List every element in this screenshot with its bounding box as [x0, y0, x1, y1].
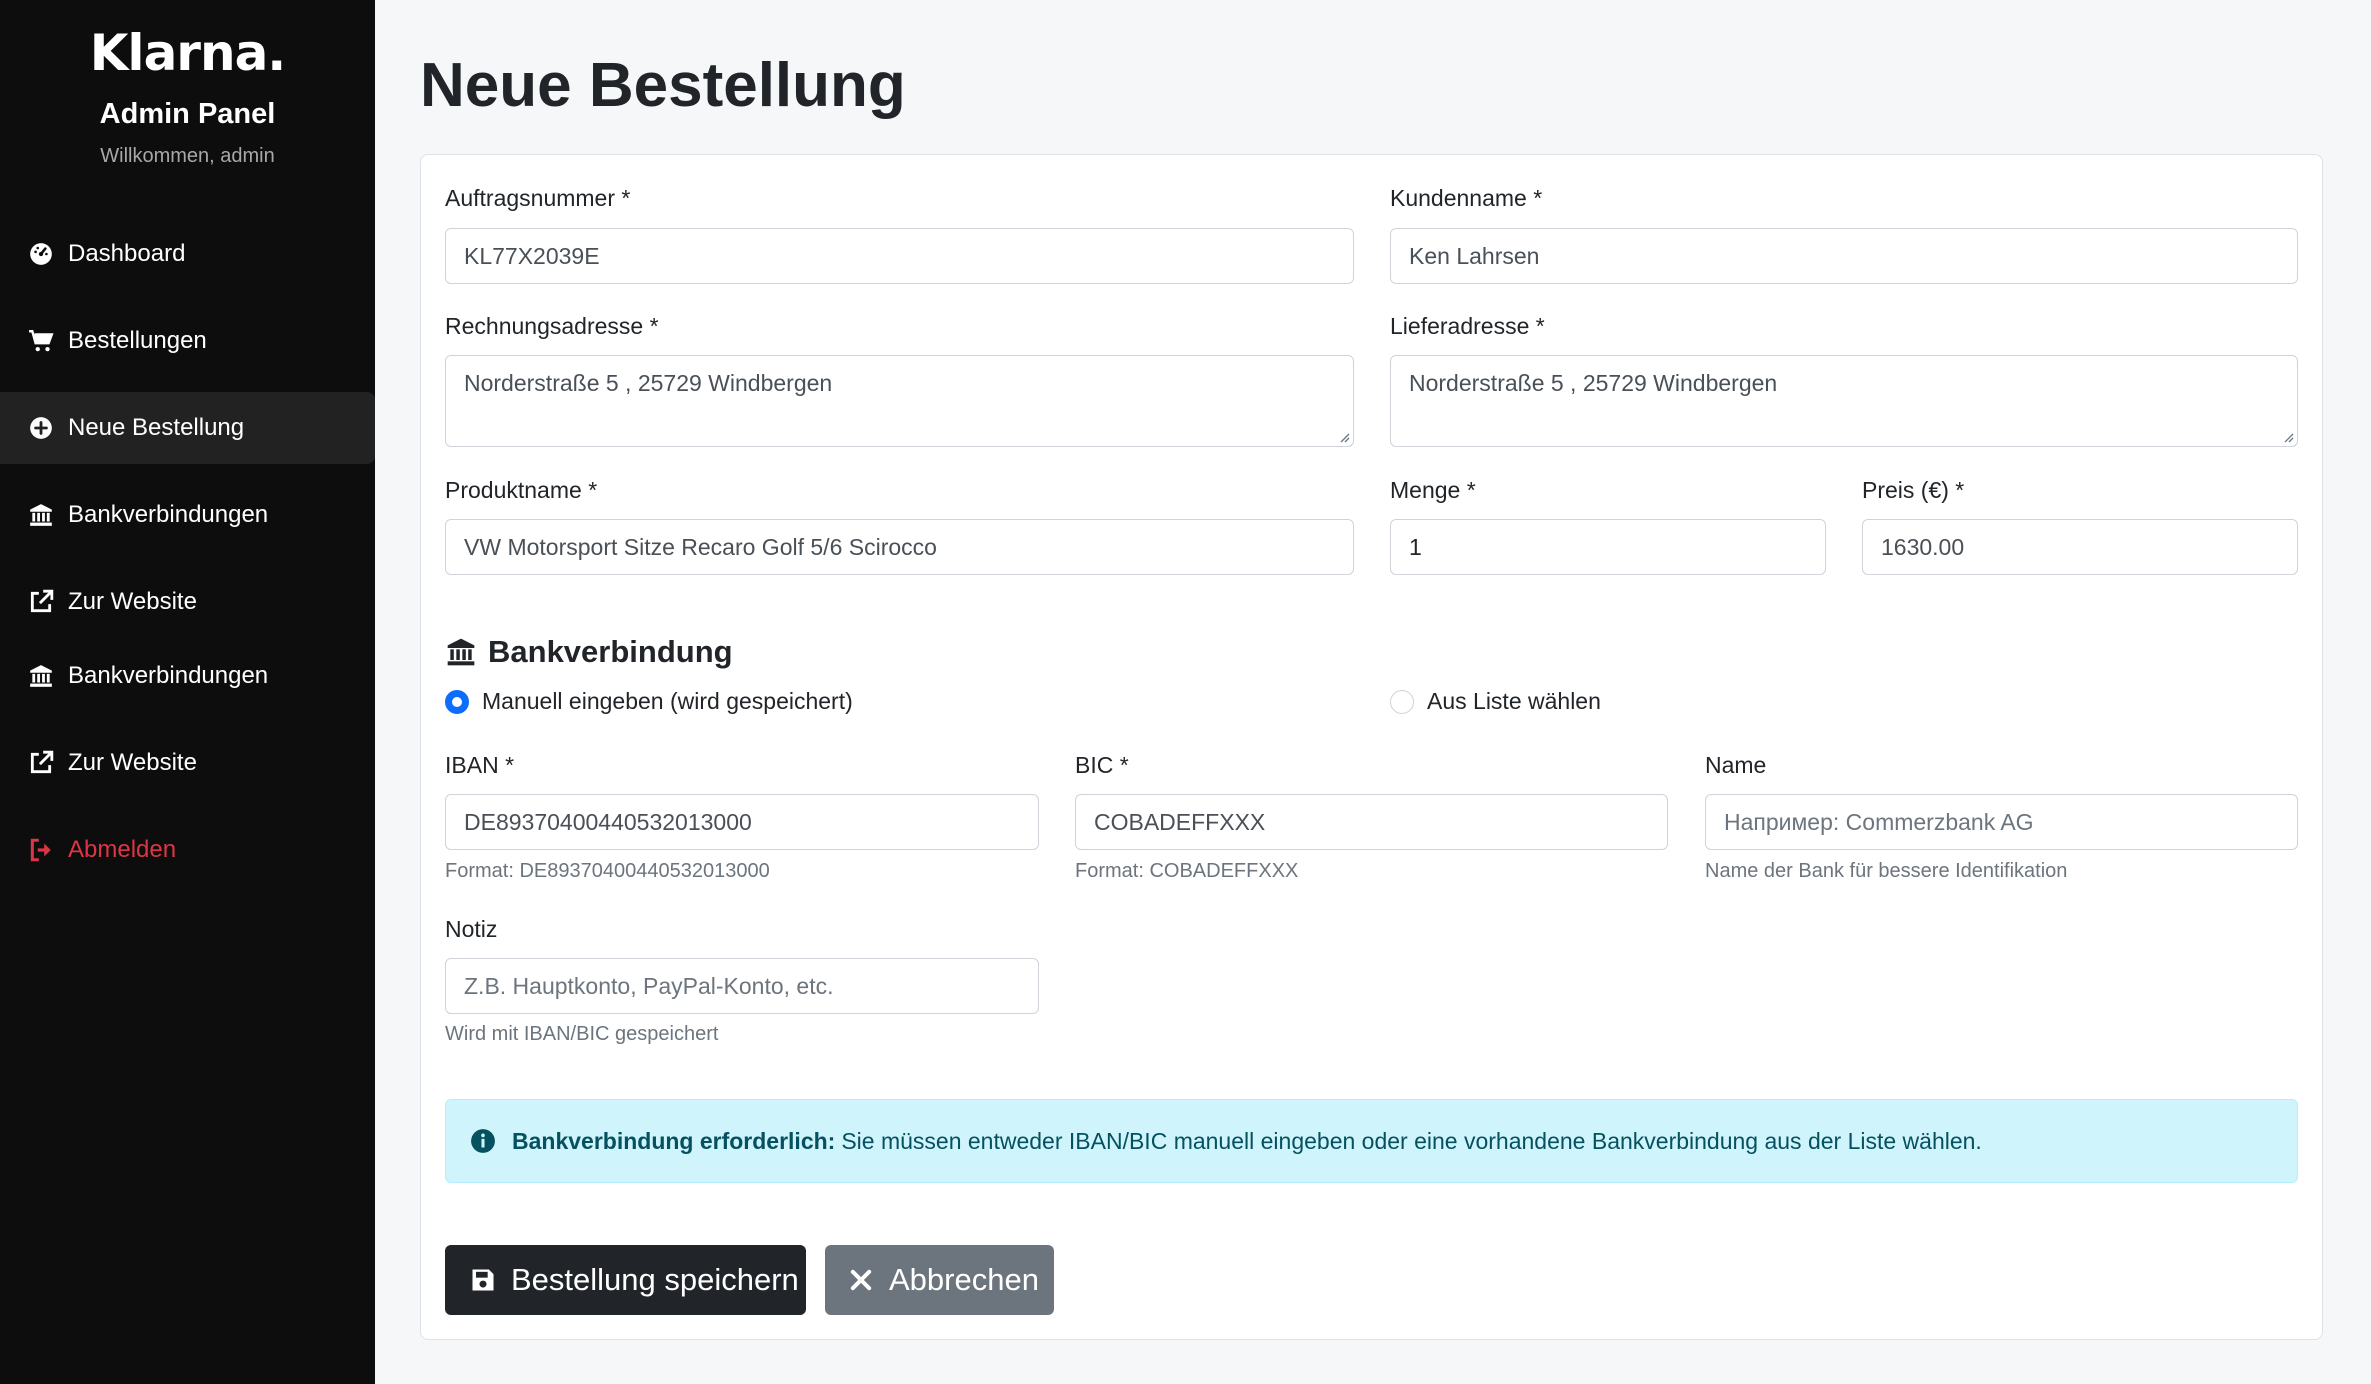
resize-handle-icon[interactable] [2282, 431, 2294, 443]
bank-icon [28, 502, 54, 528]
bank-name-label: Name [1705, 752, 1767, 778]
logout-icon [28, 837, 54, 863]
save-icon [472, 1269, 494, 1291]
radio-choose-from-list[interactable]: Aus Liste wählen [1390, 688, 1601, 715]
sidebar: Klarna. Admin Panel Willkommen, admin Da… [0, 0, 375, 1384]
quantity-label: Menge * [1390, 477, 1476, 503]
external-link-icon [28, 750, 54, 776]
alert-strong-text: Bankverbindung erforderlich: [512, 1127, 836, 1154]
welcome-text: Willkommen, admin [100, 145, 275, 167]
plus-circle-icon [28, 415, 54, 441]
billing-address-value: Norderstraße 5 , 25729 Windbergen [464, 370, 833, 396]
page-title: Neue Bestellung [420, 51, 906, 120]
sidebar-item-website[interactable]: Zur Website [0, 566, 375, 638]
radio-unchecked-indicator[interactable] [1390, 689, 1414, 714]
admin-panel-title: Admin Panel [99, 98, 276, 130]
iban-input[interactable]: DE89370400440532013000 [445, 794, 1039, 850]
iban-help-text: Format: DE89370400440532013000 [445, 860, 770, 882]
bank-required-alert: Bankverbindung erforderlich: Sie müssen … [445, 1099, 2298, 1183]
save-order-label: Bestellung speichern [511, 1262, 799, 1297]
cancel-label: Abbrechen [889, 1262, 1039, 1297]
bank-name-input[interactable]: Например: Commerzbank AG [1705, 794, 2298, 850]
shipping-address-label: Lieferadresse * [1390, 313, 1545, 339]
quantity-input[interactable]: 1 [1390, 519, 1826, 575]
sidebar-item-label: Bankverbindungen [68, 501, 269, 528]
note-label: Notiz [445, 916, 498, 942]
product-name-label: Produktname * [445, 477, 598, 503]
sidebar-item-label: Abmelden [68, 836, 177, 863]
product-name-input[interactable]: VW Motorsport Sitze Recaro Golf 5/6 Scir… [445, 519, 1354, 575]
close-icon [850, 1269, 872, 1291]
order-number-label: Auftragsnummer * [445, 185, 631, 211]
sidebar-item-label: Bestellungen [68, 327, 207, 354]
billing-address-label: Rechnungsadresse * [445, 313, 659, 339]
bic-label: BIC * [1075, 752, 1129, 778]
sidebar-item-orders[interactable]: Bestellungen [0, 305, 375, 377]
klarna-logo: Klarna. [89, 24, 287, 82]
sidebar-item-website-2[interactable]: Zur Website [0, 727, 375, 799]
shipping-address-textarea[interactable]: Norderstraße 5 , 25729 Windbergen [1390, 355, 2298, 447]
customer-name-input[interactable]: Ken Lahrsen [1390, 228, 2298, 284]
sidebar-item-bank-accounts-2[interactable]: Bankverbindungen [0, 640, 375, 712]
sidebar-item-label: Zur Website [68, 588, 197, 615]
bic-input[interactable]: COBADEFFXXX [1075, 794, 1668, 850]
customer-name-label: Kundenname * [1390, 185, 1543, 211]
price-label: Preis (€) * [1862, 477, 1965, 503]
radio-checked-indicator[interactable] [445, 689, 469, 714]
info-icon [471, 1129, 495, 1153]
sidebar-brand: Klarna. Admin Panel Willkommen, admin [0, 22, 375, 168]
note-help-text: Wird mit IBAN/BIC gespeichert [445, 1023, 719, 1045]
price-input[interactable]: 1630.00 [1862, 519, 2298, 575]
bank-icon [447, 638, 475, 666]
resize-handle-icon[interactable] [1338, 431, 1350, 443]
radio-manual-label: Manuell eingeben (wird gespeichert) [482, 688, 853, 714]
bic-help-text: Format: COBADEFFXXX [1075, 860, 1299, 882]
bank-section-title-text: Bankverbindung [488, 634, 733, 669]
alert-message: Sie müssen entweder IBAN/BIC manuell ein… [841, 1127, 1982, 1154]
sidebar-item-new-order[interactable]: Neue Bestellung [0, 392, 375, 464]
sidebar-item-label: Dashboard [68, 240, 186, 267]
bank-name-help-text: Name der Bank für bessere Identifikation [1705, 860, 2068, 882]
note-input[interactable]: Z.B. Hauptkonto, PayPal-Konto, etc. [445, 958, 1039, 1014]
cart-icon [28, 328, 54, 354]
sidebar-item-dashboard[interactable]: Dashboard [0, 218, 375, 290]
bank-section-title: Bankverbindung [445, 634, 733, 670]
billing-address-textarea[interactable]: Norderstraße 5 , 25729 Windbergen [445, 355, 1354, 447]
sidebar-item-label: Bankverbindungen [68, 662, 269, 689]
save-order-button[interactable]: Bestellung speichern [445, 1245, 806, 1315]
iban-label: IBAN * [445, 752, 515, 778]
order-number-input[interactable]: KL77X2039E [445, 228, 1354, 284]
sidebar-item-bank-accounts[interactable]: Bankverbindungen [0, 479, 375, 551]
cancel-button[interactable]: Abbrechen [825, 1245, 1054, 1315]
sidebar-item-logout[interactable]: Abmelden [0, 814, 375, 886]
radio-list-label: Aus Liste wählen [1427, 688, 1601, 714]
radio-manual-entry[interactable]: Manuell eingeben (wird gespeichert) [445, 688, 853, 715]
sidebar-item-label: Zur Website [68, 749, 197, 776]
sidebar-item-label: Neue Bestellung [68, 414, 245, 441]
dashboard-icon [28, 241, 54, 267]
external-link-icon [28, 589, 54, 615]
shipping-address-value: Norderstraße 5 , 25729 Windbergen [1409, 370, 1778, 396]
bank-icon [28, 663, 54, 689]
